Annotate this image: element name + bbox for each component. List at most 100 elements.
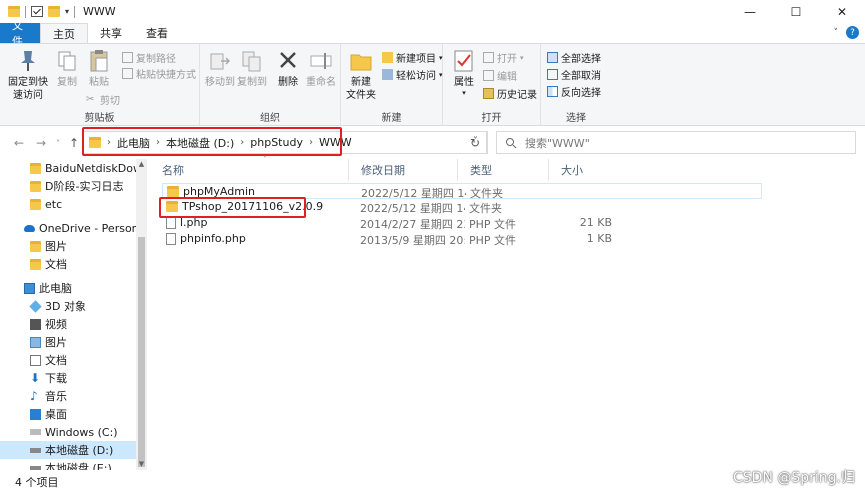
sidebar-item-this-pc[interactable]: 此电脑 [0,279,136,297]
column-header-size[interactable]: 大小 [549,159,619,181]
collapse-ribbon-chevron-icon[interactable]: ˅ [834,28,839,38]
refresh-button[interactable]: ↻ [463,131,488,154]
properties-button[interactable]: 属性 ▾ [449,48,479,97]
table-row[interactable]: phpinfo.php 2013/5/9 星期四 20:56 PHP 文件 1 … [162,231,762,247]
customize-toolbar-chevron-icon[interactable]: ▾ [65,7,69,16]
paste-shortcut-button[interactable]: 粘贴快捷方式 [122,66,196,81]
move-to-button[interactable]: 移动到 [204,48,236,89]
copy-path-button[interactable]: 复制路径 [122,50,176,65]
breadcrumb-this-pc[interactable]: 此电脑 [117,135,150,151]
scissors-icon: ✂ [86,94,95,105]
column-header-type[interactable]: 类型 [458,159,549,181]
edit-icon [483,70,494,81]
sidebar-item[interactable]: ♪ 音乐 [0,387,136,405]
breadcrumb-www[interactable]: WWW [319,136,352,149]
sidebar-item-onedrive[interactable]: OneDrive - Personal [0,219,136,237]
open-chevron-icon: ▾ [520,53,524,62]
maximize-button[interactable]: ☐ [773,0,819,23]
search-box[interactable]: 搜索"WWW" [496,131,856,154]
table-row[interactable]: TPshop_20171106_v2.0.9 2022/5/12 星期四 14:… [162,199,762,215]
column-header-date[interactable]: 修改日期 [349,159,458,181]
folder-icon [30,180,41,192]
edit-button[interactable]: 编辑 [483,68,517,83]
help-icon[interactable]: ? [846,26,859,39]
breadcrumb-separator-icon[interactable]: › [156,137,160,148]
sidebar-scrollbar[interactable]: ▲ ▼ [136,159,147,470]
folder-icon [30,198,41,210]
open-button[interactable]: 打开 ▾ [483,50,524,65]
sidebar-item[interactable]: 图片 [0,333,136,351]
breadcrumb-separator-icon[interactable]: › [309,137,313,148]
rename-button[interactable]: 重命名 [304,48,338,89]
back-arrow-icon[interactable]: ← [14,136,24,150]
sort-ascending-icon: ˄ [263,155,267,164]
sidebar-item-label: Windows (C:) [45,425,118,439]
breadcrumb-phpstudy[interactable]: phpStudy [250,136,303,149]
tab-share[interactable]: 共享 [88,23,134,43]
scroll-down-icon[interactable]: ▼ [136,459,147,470]
scroll-up-icon[interactable]: ▲ [136,159,147,170]
clipboard-group: 固定到快 速访问 复制 粘贴 复制路径 粘贴快捷方式 ✂ 剪切 剪贴板 [0,44,200,126]
sidebar-item[interactable]: etc [0,195,136,213]
close-button[interactable]: ✕ [819,0,865,23]
new-item-icon [382,52,393,63]
sidebar-item-label: 文档 [45,258,67,271]
delete-button[interactable]: 删除 [274,48,302,89]
scrollbar-thumb[interactable] [138,237,145,467]
forward-arrow-icon[interactable]: → [36,136,46,150]
sidebar-item[interactable]: 3D 对象 [0,297,136,315]
sidebar-item[interactable]: 图片 [0,237,136,255]
history-button[interactable]: 历史记录 [483,86,537,101]
open-icon [483,52,494,63]
breadcrumb-local-disk-d[interactable]: 本地磁盘 (D:) [166,135,234,151]
sidebar-item[interactable]: D阶段-实习日志 [0,177,136,195]
video-icon [30,318,41,330]
select-group-label: 选择 [566,113,586,124]
ribbon: 固定到快 速访问 复制 粘贴 复制路径 粘贴快捷方式 ✂ 剪切 剪贴板 移动到 [0,43,865,126]
sidebar-item[interactable]: 视频 [0,315,136,333]
easy-access-button[interactable]: 轻松访问 ▾ [382,67,443,82]
tab-view[interactable]: 查看 [134,23,180,43]
properties-quick-icon[interactable] [31,6,43,17]
pin-label-line1: 固定到快 [8,77,48,88]
breadcrumb-separator-icon[interactable]: › [240,137,244,148]
cut-button[interactable]: ✂ 剪切 [86,92,120,107]
new-item-button[interactable]: 新建项目 ▾ [382,50,443,65]
invert-selection-button[interactable]: 反向选择 [547,84,601,99]
folder-icon [89,137,101,148]
sidebar-item[interactable]: BaiduNetdiskDownl [0,159,136,177]
select-none-button[interactable]: 全部取消 [547,67,601,82]
up-arrow-icon[interactable]: ↑ [69,136,79,150]
sidebar-item[interactable]: 文档 [0,351,136,369]
address-bar[interactable]: › 此电脑 › 本地磁盘 (D:) › phpStudy › WWW ˅ [82,131,487,154]
file-size: 1 KB [586,232,612,245]
new-folder-button[interactable]: 新建 文件夹 [343,48,379,102]
minimize-button[interactable]: — [727,0,773,23]
sidebar-item-label: 3D 对象 [45,300,86,313]
breadcrumb-separator-icon[interactable]: › [107,137,111,148]
table-row[interactable]: phpMyAdmin 2022/5/12 星期四 14:... 文件夹 [162,183,762,200]
download-icon: ⬇ [30,370,41,385]
sidebar-item[interactable]: Windows (C:) [0,423,136,441]
recent-locations-chevron-icon[interactable]: ˅ [56,139,60,148]
new-folder-quick-icon[interactable] [48,6,60,17]
sidebar-item[interactable]: 文档 [0,255,136,273]
toolbar-divider [25,5,26,18]
column-header-name[interactable]: 名称 ˄ [150,155,349,181]
invert-selection-label: 反向选择 [561,88,601,99]
tab-file[interactable]: 文件 [0,19,40,48]
pin-quick-access-button[interactable]: 固定到快 速访问 [8,48,48,102]
sidebar-item[interactable]: 桌面 [0,405,136,423]
tab-home[interactable]: 主页 [40,23,88,43]
sidebar-item[interactable]: ⬇ 下载 [0,369,136,387]
file-name: phpinfo.php [180,232,246,245]
paste-button[interactable]: 粘贴 [84,48,114,89]
properties-icon [454,50,473,72]
select-all-button[interactable]: 全部选择 [547,50,601,65]
sidebar-item[interactable]: 本地磁盘 (E:) [0,459,136,470]
watermark: CSDN @Spring.归 [733,470,855,486]
copy-button[interactable]: 复制 [52,48,82,89]
copy-to-button[interactable]: 复制到 [236,48,268,89]
table-row[interactable]: l.php 2014/2/27 星期四 23:... PHP 文件 21 KB [162,215,762,231]
sidebar-item-local-disk-d[interactable]: 本地磁盘 (D:) [0,441,136,459]
